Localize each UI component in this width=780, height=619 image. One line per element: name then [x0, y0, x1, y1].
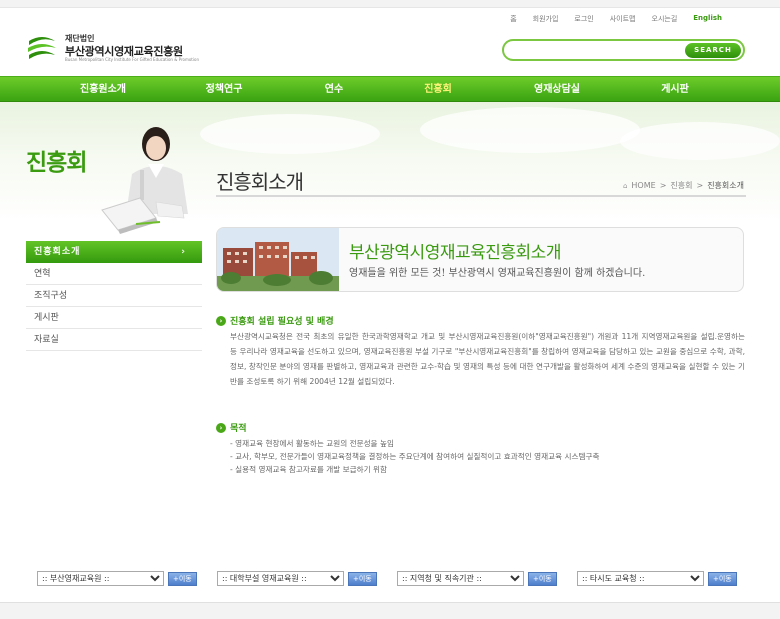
search-box: SEARCH	[502, 39, 745, 61]
nav-item-society[interactable]: 진흥회	[424, 77, 452, 103]
breadcrumb-level1[interactable]: 진흥회	[670, 180, 692, 191]
cloud-decoration	[200, 114, 380, 154]
home-icon: ⌂	[622, 181, 628, 190]
breadcrumb-home[interactable]: HOME	[631, 181, 655, 190]
side-menu-item-active[interactable]: 진흥회소개 ›	[26, 241, 202, 263]
nav-item-about[interactable]: 진흥원소개	[80, 77, 126, 103]
list-item: - 교사, 학부모, 전문가들이 영재교육정책을 결정하는 주요단계에 참여하여…	[230, 452, 600, 461]
side-menu-item-archive[interactable]: 자료실	[26, 329, 202, 351]
banner-subtitle: 영재들을 위한 모든 것! 부산광역시 영재교육진흥원이 함께 하겠습니다.	[349, 268, 646, 279]
main-nav: 진흥원소개 정책연구 연수 진흥회 영재상담실 게시판	[0, 76, 780, 102]
util-link-directions[interactable]: 오시는길	[644, 14, 686, 24]
breadcrumb-separator: >	[696, 181, 704, 190]
nav-item-policy[interactable]: 정책연구	[206, 77, 243, 103]
go-button[interactable]: +이동	[348, 571, 377, 586]
side-menu-active-label: 진흥회소개	[34, 247, 81, 257]
title-divider	[216, 195, 746, 197]
family-site-university: :: 대학부설 영재교육원 :: +이동	[217, 571, 377, 586]
search-input[interactable]	[512, 44, 677, 57]
utility-nav: 홈 회원가입 로그인 사이트맵 오시는길 English	[502, 14, 730, 24]
arrow-bullet-icon: ›	[216, 422, 226, 433]
nav-item-board[interactable]: 게시판	[661, 77, 689, 103]
cloud-decoration	[620, 122, 780, 160]
section-body-necessity: 부산광역시교육청은 전국 최초의 유일한 한국과학영재학교 개교 및 부산시영재…	[230, 332, 745, 386]
purpose-list: - 영재교육 현장에서 활동하는 교원의 전문성을 높임 - 교사, 학부모, …	[230, 437, 745, 476]
arrow-right-icon: ›	[181, 247, 186, 257]
family-site-regional: :: 지역청 및 직속기관 :: +이동	[397, 571, 557, 586]
logo-mark-icon	[28, 37, 56, 59]
section-heading-text: 진흥회 설립 필요성 및 배경	[230, 317, 334, 327]
util-link-login[interactable]: 로그인	[566, 14, 601, 24]
logo-line3: Busan Metropolitan City Institute For Gi…	[65, 57, 199, 62]
list-item: - 영재교육 현장에서 활동하는 교원의 전문성을 높임	[230, 439, 394, 448]
section-heading-text: 목적	[230, 424, 247, 434]
family-site-select-busan[interactable]: :: 부산영재교육원 ::	[37, 571, 164, 586]
util-link-english[interactable]: English	[685, 14, 730, 24]
nav-item-training[interactable]: 연수	[325, 77, 343, 103]
family-site-busan: :: 부산영재교육원 :: +이동	[37, 571, 197, 586]
util-link-join[interactable]: 회원가입	[525, 14, 567, 24]
list-item: - 실용적 영재교육 참고자료를 개발 보급하기 위함	[230, 465, 387, 474]
cloud-decoration	[420, 107, 640, 153]
breadcrumb: ⌂ HOME > 진흥회 > 진흥회소개	[623, 180, 744, 191]
side-menu: 진흥회소개 › 연혁 조직구성 게시판 자료실	[26, 241, 202, 351]
breadcrumb-separator: >	[659, 181, 667, 190]
family-site-other: :: 타시도 교육청 :: +이동	[577, 571, 737, 586]
side-menu-item-organization[interactable]: 조직구성	[26, 285, 202, 307]
side-menu-item-history[interactable]: 연혁	[26, 263, 202, 285]
go-button[interactable]: +이동	[528, 571, 557, 586]
side-menu-item-board[interactable]: 게시판	[26, 307, 202, 329]
campus-photo	[217, 228, 339, 291]
top-strip	[0, 0, 780, 8]
family-site-select-university[interactable]: :: 대학부설 영재교육원 ::	[217, 571, 344, 586]
site-logo[interactable]: 재단법인 부산광역시영재교육진흥원 Busan Metropolitan Cit…	[26, 33, 206, 65]
go-button[interactable]: +이동	[708, 571, 737, 586]
util-link-sitemap[interactable]: 사이트맵	[602, 14, 644, 24]
page-title: 진흥회소개	[216, 170, 304, 194]
arrow-bullet-icon: ›	[216, 315, 226, 326]
intro-banner: 부산광역시영재교육진흥회소개 영재들을 위한 모든 것! 부산광역시 영재교육진…	[216, 227, 744, 292]
breadcrumb-current: 진흥회소개	[707, 181, 744, 190]
family-site-select-other[interactable]: :: 타시도 교육청 ::	[577, 571, 704, 586]
family-site-select-regional[interactable]: :: 지역청 및 직속기관 ::	[397, 571, 524, 586]
banner-title: 부산광역시영재교육진흥회소개	[349, 243, 561, 263]
nav-item-counseling[interactable]: 영재상담실	[534, 77, 580, 103]
side-title: 진흥회	[26, 150, 87, 176]
util-link-home[interactable]: 홈	[502, 14, 524, 24]
footer-bar	[0, 602, 780, 619]
section-heading-necessity: › 진흥회 설립 필요성 및 배경	[216, 314, 334, 327]
section-heading-purpose: › 목적	[216, 421, 247, 434]
student-illustration	[101, 127, 188, 234]
search-button[interactable]: SEARCH	[685, 43, 741, 58]
go-button[interactable]: +이동	[168, 571, 197, 586]
